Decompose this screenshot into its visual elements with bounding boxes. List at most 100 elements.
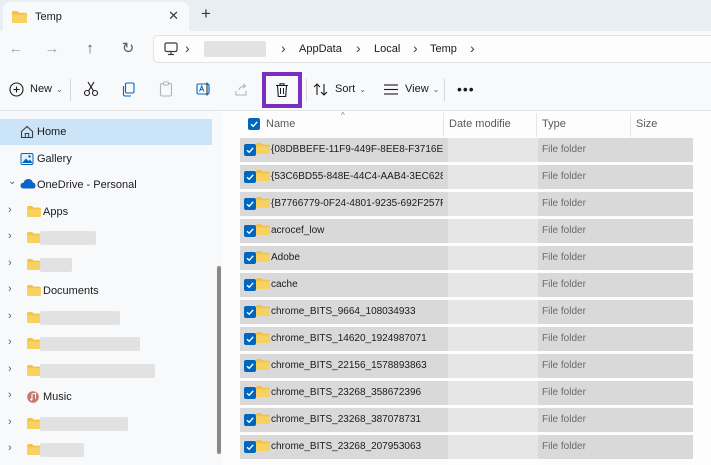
checkbox-checked-icon[interactable]: [244, 360, 256, 372]
chevron-right-icon[interactable]: ›: [8, 283, 12, 295]
new-button[interactable]: New ⌄: [9, 78, 63, 100]
sidebar-item-onedrive[interactable]: ⌄ OneDrive - Personal: [0, 172, 212, 198]
checkbox-checked-icon[interactable]: [244, 252, 256, 264]
column-header-size[interactable]: Size: [636, 111, 657, 137]
table-row[interactable]: chrome_BITS_23268_358672396 File folder: [240, 381, 693, 405]
sidebar-scrollbar[interactable]: [217, 266, 221, 454]
sidebar-item-redacted[interactable]: ›: [0, 305, 212, 331]
view-button[interactable]: View ⌄: [383, 78, 439, 100]
checkbox-checked-icon[interactable]: [244, 198, 256, 210]
checkbox-checked-icon[interactable]: [244, 414, 256, 426]
sidebar-item-redacted[interactable]: ›: [0, 331, 212, 357]
sidebar-item-home[interactable]: Home: [0, 119, 212, 145]
address-bar[interactable]: › › AppData › Local › Temp ›: [153, 35, 711, 63]
checkbox-checked-icon[interactable]: [244, 144, 256, 156]
checkbox-checked-icon[interactable]: [244, 333, 256, 345]
breadcrumb-chevron-icon[interactable]: ›: [185, 40, 190, 56]
breadcrumb-chevron-icon[interactable]: ›: [281, 40, 286, 56]
folder-icon: [256, 278, 270, 289]
folder-icon: [27, 206, 41, 217]
close-tab-icon[interactable]: ✕: [168, 8, 179, 24]
breadcrumb-chevron-icon[interactable]: ›: [413, 40, 418, 56]
checkbox-checked-icon[interactable]: [244, 225, 256, 237]
checkbox-checked-icon[interactable]: [244, 306, 256, 318]
sidebar-item-redacted[interactable]: ›: [0, 358, 212, 384]
redacted-username: [204, 41, 266, 57]
rename-button[interactable]: [196, 78, 212, 100]
table-row[interactable]: cache File folder: [240, 273, 693, 297]
share-button[interactable]: [234, 78, 249, 100]
chevron-right-icon[interactable]: ›: [8, 310, 12, 322]
paste-button[interactable]: [159, 78, 173, 100]
column-header-label: Date modifie: [449, 118, 511, 130]
delete-button[interactable]: [262, 72, 302, 108]
back-arrow-icon[interactable]: ←: [6, 38, 26, 58]
sidebar-item-apps[interactable]: › Apps: [0, 199, 212, 225]
sidebar-item-redacted[interactable]: ›: [0, 437, 212, 463]
chevron-right-icon[interactable]: ›: [8, 230, 12, 242]
sidebar-item-label: Apps: [43, 206, 69, 218]
column-header-date[interactable]: Date modifie: [449, 111, 511, 137]
table-row[interactable]: chrome_BITS_14620_1924987071 File folder: [240, 327, 693, 351]
table-row[interactable]: {53C6BD55-848E-44C4-AAB4-3EC628... File …: [240, 165, 693, 189]
file-type: File folder: [542, 198, 586, 209]
table-row[interactable]: chrome_BITS_23268_207953063 File folder: [240, 435, 693, 459]
header-select-all[interactable]: [248, 111, 260, 137]
chevron-right-icon[interactable]: ›: [8, 336, 12, 348]
sidebar-item-redacted[interactable]: ›: [0, 225, 212, 251]
chevron-right-icon[interactable]: ›: [8, 389, 12, 401]
folder-icon: [256, 413, 270, 424]
new-tab-icon[interactable]: +: [201, 5, 211, 23]
table-row[interactable]: Adobe File folder: [240, 246, 693, 270]
up-arrow-icon[interactable]: ↑: [80, 38, 100, 58]
folder-icon: [27, 259, 41, 270]
checkbox-checked-icon[interactable]: [244, 279, 256, 291]
breadcrumb-local[interactable]: Local: [374, 43, 400, 55]
column-divider[interactable]: [630, 113, 631, 137]
sidebar-item-label: Home: [37, 126, 67, 138]
folder-icon: [256, 305, 270, 316]
folder-icon: [27, 312, 41, 323]
column-header-type[interactable]: Type: [542, 111, 566, 137]
sidebar-item-redacted[interactable]: ›: [0, 411, 212, 437]
checkbox-checked-icon[interactable]: [244, 387, 256, 399]
sort-button[interactable]: Sort ⌄: [313, 78, 366, 100]
divider: [444, 79, 445, 101]
sidebar-item-gallery[interactable]: Gallery: [0, 146, 212, 172]
trash-icon: [276, 83, 288, 98]
checkbox-checked-icon[interactable]: [244, 171, 256, 183]
table-row[interactable]: acrocef_low File folder: [240, 219, 693, 243]
sidebar-item-music[interactable]: › Music: [0, 384, 212, 410]
breadcrumb-chevron-icon[interactable]: ›: [470, 40, 475, 56]
column-header-name[interactable]: Name: [266, 111, 295, 137]
checkbox-checked-icon[interactable]: [244, 441, 256, 453]
chevron-down-icon[interactable]: ⌄: [8, 176, 16, 187]
copy-button[interactable]: [121, 78, 136, 100]
sort-arrows-icon: [313, 82, 328, 96]
column-divider[interactable]: [443, 113, 444, 137]
chevron-right-icon[interactable]: ›: [8, 204, 12, 216]
column-header-label: Name: [266, 118, 296, 130]
table-row[interactable]: chrome_BITS_9664_108034933 File folder: [240, 300, 693, 324]
rename-icon: [196, 82, 210, 96]
breadcrumb-temp[interactable]: Temp: [430, 43, 457, 55]
table-row[interactable]: {B7766779-0F24-4801-9235-692F257F... Fil…: [240, 192, 693, 216]
table-row[interactable]: chrome_BITS_23268_387078731 File folder: [240, 408, 693, 432]
breadcrumb-appdata[interactable]: AppData: [299, 43, 342, 55]
tab-temp[interactable]: Temp ✕: [3, 2, 189, 31]
folder-icon: [256, 251, 270, 262]
more-options-icon[interactable]: •••: [457, 78, 475, 100]
cut-button[interactable]: [83, 78, 99, 100]
refresh-icon[interactable]: ↻: [118, 38, 138, 58]
chevron-right-icon[interactable]: ›: [8, 363, 12, 375]
column-divider[interactable]: [536, 113, 537, 137]
breadcrumb-chevron-icon[interactable]: ›: [356, 40, 361, 56]
chevron-right-icon[interactable]: ›: [8, 416, 12, 428]
table-row[interactable]: {08DBBEFE-11F9-449F-8EE8-F3716E7C... Fil…: [240, 138, 693, 162]
chevron-right-icon[interactable]: ›: [8, 257, 12, 269]
sidebar-item-redacted[interactable]: ›: [0, 252, 212, 278]
table-row[interactable]: chrome_BITS_22156_1578893863 File folder: [240, 354, 693, 378]
sidebar-item-documents[interactable]: › Documents: [0, 278, 212, 304]
forward-arrow-icon[interactable]: →: [42, 38, 62, 58]
chevron-right-icon[interactable]: ›: [8, 442, 12, 454]
